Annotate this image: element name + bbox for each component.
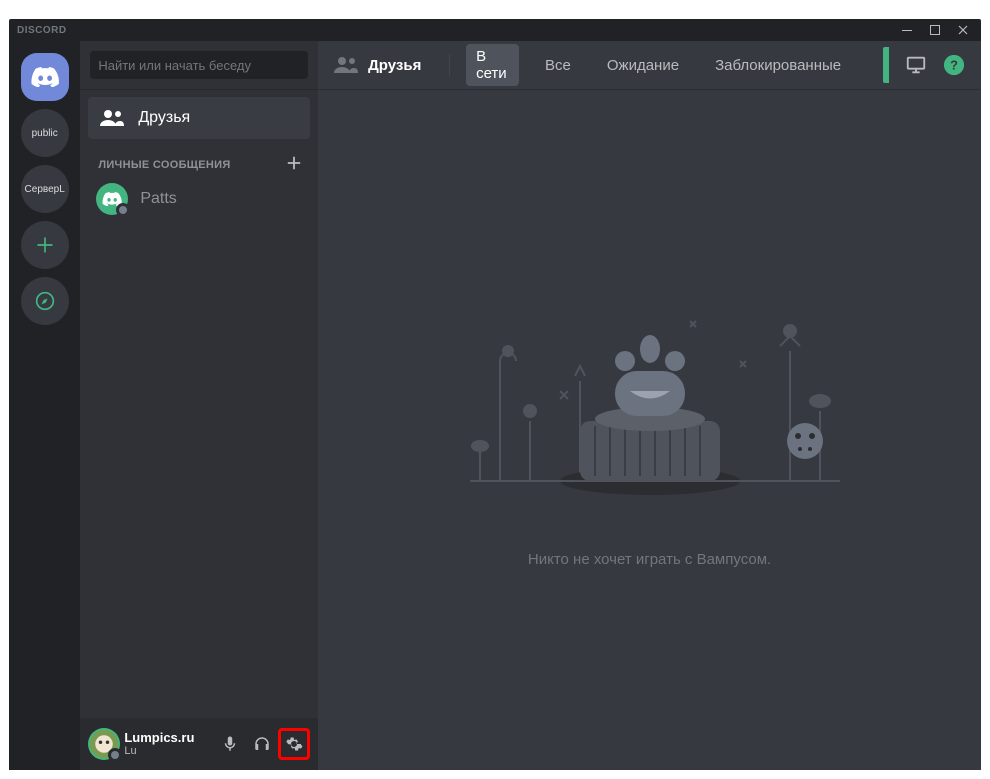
empty-text: Никто не хочет играть с Вампусом. [528,551,771,568]
friends-tab[interactable]: Друзья [88,97,310,139]
status-offline-icon [108,748,122,762]
create-dm-button[interactable] [286,155,302,174]
friends-label: Друзья [138,109,190,127]
search-box [80,41,318,89]
close-button[interactable] [949,19,977,41]
server-list: public СерверL [9,41,80,770]
dm-header: ЛИЧНЫЕ СООБЩЕНИЯ [98,159,230,171]
gear-icon [285,735,303,753]
app-logo: DISCORD [17,25,67,36]
plus-icon [286,155,302,171]
tab-all[interactable]: Все [535,53,581,78]
user-avatar[interactable] [88,728,120,760]
microphone-icon [221,735,239,753]
new-badge [883,47,889,83]
friends-icon [334,57,358,73]
page-title: Друзья [368,57,421,74]
deafen-button[interactable] [246,728,278,760]
divider [449,54,450,76]
user-tag: Lu [124,745,210,758]
server-serverl[interactable]: СерверL [21,165,69,213]
topbar: Друзья В сети Все Ожидание Заблокированн… [318,41,981,89]
status-offline-icon [116,203,130,217]
titlebar: DISCORD [9,19,981,41]
user-name: Lumpics.ru [124,730,210,746]
empty-state: Никто не хочет играть с Вампусом. [318,89,981,770]
user-panel: Lumpics.ru Lu [80,718,318,770]
plus-icon [35,235,55,255]
server-label: СерверL [25,184,65,195]
server-label: public [32,128,58,139]
mute-button[interactable] [214,728,246,760]
channel-sidebar: Друзья ЛИЧНЫЕ СООБЩЕНИЯ Patts [80,41,318,770]
wumpus-illustration [440,291,860,511]
search-input[interactable] [90,51,308,79]
inbox-button[interactable] [905,54,927,76]
explore-button[interactable] [21,277,69,325]
discord-icon [31,67,59,87]
server-public[interactable]: public [21,109,69,157]
minimize-button[interactable] [893,19,921,41]
tab-pending[interactable]: Ожидание [597,53,689,78]
monitor-icon [905,54,927,76]
tab-online[interactable]: В сети [466,44,519,86]
main-area: Друзья В сети Все Ожидание Заблокированн… [318,41,981,770]
home-button[interactable] [21,53,69,101]
avatar [96,183,128,215]
friends-icon [100,110,124,126]
headphones-icon [253,735,271,753]
add-server-button[interactable] [21,221,69,269]
svg-text:?: ? [950,58,958,73]
maximize-button[interactable] [921,19,949,41]
settings-button[interactable] [278,728,310,760]
compass-icon [35,291,55,311]
dm-name: Patts [140,190,176,208]
help-icon: ? [943,54,965,76]
tab-blocked[interactable]: Заблокированные [705,53,851,78]
dm-item[interactable]: Patts [88,178,310,220]
help-button[interactable]: ? [943,54,965,76]
